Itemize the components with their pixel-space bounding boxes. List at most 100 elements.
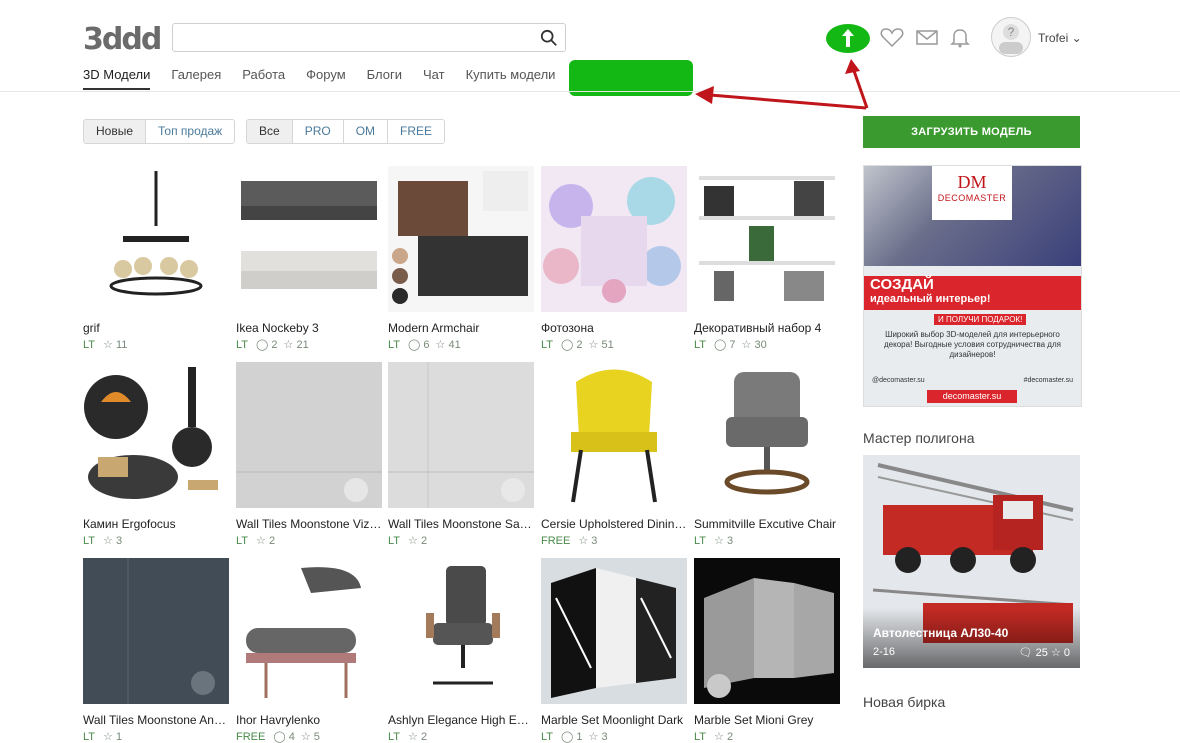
model-comments: 2: [576, 339, 583, 351]
model-card[interactable]: Cersie Upholstered Dining Chair FREE ☆ 3: [541, 362, 687, 547]
heart-icon[interactable]: [880, 26, 904, 48]
model-meta: FREE ◯ 4 ☆ 5: [236, 730, 382, 743]
model-image: [388, 362, 534, 508]
model-image: [83, 558, 229, 704]
featured-model[interactable]: Автолестница АЛ30-40 2-16 🗨 25 ☆ 0: [863, 455, 1080, 668]
nav-chat[interactable]: Чат: [423, 67, 445, 90]
model-thumbnail[interactable]: [236, 558, 382, 704]
comment-icon: ◯: [561, 339, 574, 351]
comment-icon: ◯: [256, 339, 269, 351]
model-title[interactable]: Ikea Nockeby 3: [236, 321, 382, 335]
banner-body: Широкий выбор 3D-моделей для интерьерног…: [884, 330, 1061, 359]
model-title[interactable]: Modern Armchair: [388, 321, 534, 335]
model-title[interactable]: Ashlyn Elegance High Executive: [388, 713, 534, 727]
banner-gift: И ПОЛУЧИ ПОДАРОК!: [934, 314, 1027, 325]
nav-gallery[interactable]: Галерея: [171, 67, 221, 90]
model-meta: LT ☆ 11: [83, 338, 229, 351]
star-icon: ☆: [714, 535, 724, 547]
model-stars: 5: [313, 731, 320, 743]
model-title[interactable]: Cersie Upholstered Dining Chair: [541, 517, 687, 531]
model-stars: 21: [296, 339, 309, 351]
model-thumbnail[interactable]: [541, 558, 687, 704]
sort-tabs: Новые Топ продаж: [83, 119, 236, 144]
model-thumbnail[interactable]: [694, 166, 840, 312]
model-card[interactable]: Wall Tiles Moonstone Anthracite LT ☆ 1: [83, 558, 229, 743]
model-tag: LT: [388, 731, 401, 743]
model-title[interactable]: Фотозона: [541, 321, 687, 335]
model-card[interactable]: Wall Tiles Moonstone Sandstone LT ☆ 2: [388, 362, 534, 547]
tab-all[interactable]: Все: [247, 120, 292, 143]
bell-icon[interactable]: [948, 26, 972, 48]
model-card[interactable]: Marble Set Moonlight Dark LT ◯ 1 ☆ 3: [541, 558, 687, 743]
banner-tag-2: #decomaster.su: [1023, 377, 1073, 384]
star-icon: ☆: [435, 339, 446, 351]
model-thumbnail[interactable]: [83, 166, 229, 312]
model-thumbnail[interactable]: [388, 362, 534, 508]
model-card[interactable]: Wall Tiles Moonstone Vizion LT ☆ 2: [236, 362, 382, 547]
model-card[interactable]: Modern Armchair LT ◯ 6 ☆ 41: [388, 166, 534, 351]
search-input[interactable]: [181, 24, 535, 51]
model-thumbnail[interactable]: [83, 362, 229, 508]
nav-models[interactable]: 3D Модели: [83, 67, 151, 90]
model-title[interactable]: Ihor Havrylenko: [236, 713, 382, 727]
ad-banner[interactable]: DM DECOMASTER СОЗДАЙ идеальный интерьер!…: [863, 165, 1082, 407]
model-meta: LT ☆ 2: [388, 534, 534, 547]
model-title[interactable]: Marble Set Moonlight Dark: [541, 713, 687, 727]
new-tag-title: Новая бирка: [863, 694, 946, 710]
model-card[interactable]: Summitville Excutive Chair LT ☆ 3: [694, 362, 840, 547]
model-thumbnail[interactable]: [541, 362, 687, 508]
model-image: [236, 166, 382, 312]
search-icon[interactable]: [540, 29, 558, 47]
model-image: [541, 166, 687, 312]
model-title[interactable]: Summitville Excutive Chair: [694, 517, 840, 531]
model-image: [694, 558, 840, 704]
username-dropdown[interactable]: Trofei ⌄: [1038, 31, 1082, 45]
model-thumbnail[interactable]: [83, 558, 229, 704]
model-stars: 3: [591, 535, 598, 547]
star-icon: ☆: [103, 731, 113, 743]
model-thumbnail[interactable]: [388, 558, 534, 704]
star-icon: ☆: [588, 339, 599, 351]
model-title[interactable]: Декоративный набор 4: [694, 321, 840, 335]
site-logo[interactable]: 3ddd: [83, 22, 162, 57]
nav-buy-models[interactable]: Купить модели: [466, 67, 556, 90]
model-title[interactable]: grif: [83, 321, 229, 335]
model-card[interactable]: grif LT ☆ 11: [83, 166, 229, 351]
model-card[interactable]: Декоративный набор 4 LT ◯ 7 ☆ 30: [694, 166, 840, 351]
mail-icon[interactable]: [915, 26, 939, 48]
tab-top-sales[interactable]: Топ продаж: [145, 120, 235, 143]
model-meta: LT ☆ 3: [694, 534, 840, 547]
model-title[interactable]: Wall Tiles Moonstone Sandstone: [388, 517, 534, 531]
nav-jobs[interactable]: Работа: [242, 67, 285, 90]
model-thumbnail[interactable]: [388, 166, 534, 312]
upload-model-button[interactable]: ЗАГРУЗИТЬ МОДЕЛЬ: [863, 116, 1080, 148]
model-stars: 3: [115, 535, 123, 547]
model-title[interactable]: Камин Ergofocus: [83, 517, 229, 531]
model-thumbnail[interactable]: [236, 362, 382, 508]
model-card[interactable]: Marble Set Mioni Grey LT ☆ 2: [694, 558, 840, 743]
nav-forum[interactable]: Форум: [306, 67, 346, 90]
upload-icon-button[interactable]: [826, 24, 870, 53]
model-title[interactable]: Marble Set Mioni Grey: [694, 713, 840, 727]
model-image: [236, 558, 382, 704]
tab-om[interactable]: OM: [342, 120, 388, 143]
model-card[interactable]: Ashlyn Elegance High Executive LT ☆ 2: [388, 558, 534, 743]
model-title[interactable]: Wall Tiles Moonstone Vizion: [236, 517, 382, 531]
model-card[interactable]: Фотозона LT ◯ 2 ☆ 51: [541, 166, 687, 351]
search-bar[interactable]: [172, 23, 566, 52]
model-thumbnail[interactable]: [236, 166, 382, 312]
model-title[interactable]: Wall Tiles Moonstone Anthracite: [83, 713, 229, 727]
tab-pro[interactable]: PRO: [291, 120, 343, 143]
model-thumbnail[interactable]: [694, 362, 840, 508]
avatar[interactable]: ?: [991, 17, 1031, 57]
model-thumbnail[interactable]: [694, 558, 840, 704]
model-card[interactable]: Ihor Havrylenko FREE ◯ 4 ☆ 5: [236, 558, 382, 743]
tab-new[interactable]: Новые: [84, 120, 146, 143]
model-tag: LT: [694, 339, 707, 351]
model-tag: LT: [541, 339, 554, 351]
model-thumbnail[interactable]: [541, 166, 687, 312]
nav-blogs[interactable]: Блоги: [367, 67, 402, 90]
model-card[interactable]: Камин Ergofocus LT ☆ 3: [83, 362, 229, 547]
model-card[interactable]: Ikea Nockeby 3 LT ◯ 2 ☆ 21: [236, 166, 382, 351]
tab-free[interactable]: FREE: [387, 120, 445, 143]
